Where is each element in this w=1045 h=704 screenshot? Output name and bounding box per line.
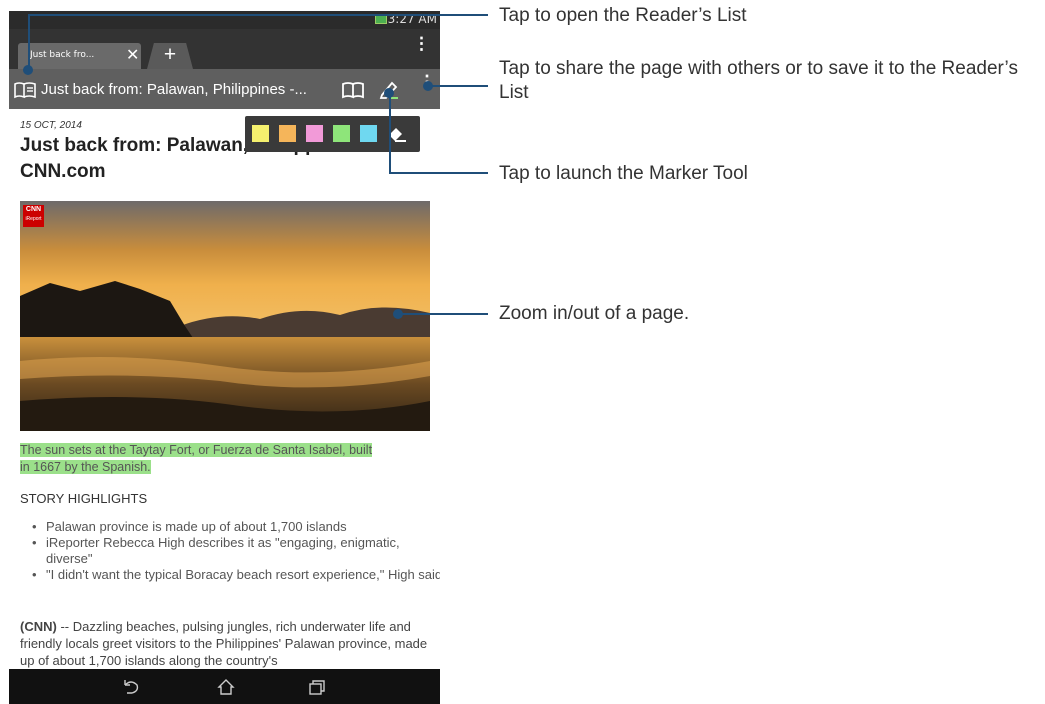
photo-caption: The sun sets at the Taytay Fort, or Fuer…: [20, 442, 430, 476]
callout-line-reader-list-h: [28, 14, 488, 16]
marker-color-blue[interactable]: [360, 125, 377, 142]
reader-mode-icon[interactable]: [342, 81, 364, 99]
story-highlights-list: Palawan province is made up of about 1,7…: [20, 519, 440, 583]
article-body: (CNN) -- Dazzling beaches, pulsing jungl…: [20, 618, 430, 669]
battery-icon: [375, 15, 387, 24]
navigation-bar: [9, 669, 440, 704]
plus-icon[interactable]: +: [154, 43, 186, 67]
highlighted-caption-line-2: in 1667 by the Spanish.: [20, 460, 151, 474]
article-content[interactable]: 15 OCT, 2014 Just back from: Palawan, Ph…: [9, 109, 440, 669]
tab-title: Just back fro...: [30, 50, 95, 60]
body-text: -- Dazzling beaches, pulsing jungles, ri…: [20, 619, 428, 668]
callout-line-marker-v: [389, 92, 391, 173]
article-date: 15 OCT, 2014: [20, 120, 82, 131]
page-title: Just back from: Palawan, Philippines -..…: [41, 81, 307, 98]
callout-line-reader-list-v: [28, 14, 30, 69]
callout-dot-marker: [384, 88, 394, 98]
callout-zoom: Zoom in/out of a page.: [499, 303, 690, 324]
callout-dot-zoom: [393, 309, 403, 319]
story-highlights-title: STORY HIGHLIGHTS: [20, 491, 148, 506]
cnn-ireport-logo: CNN iReport: [23, 205, 44, 227]
callout-reader-list: Tap to open the Reader’s List: [499, 5, 747, 26]
tablet-screen: 3:27 AM Just back fro... ✕ + ⋮ Just back…: [9, 11, 440, 704]
callout-line-marker-h: [389, 172, 488, 174]
list-item: iReporter Rebecca High describes it as "…: [32, 535, 440, 567]
callout-line-zoom: [398, 313, 488, 315]
marker-color-pink[interactable]: [306, 125, 323, 142]
tabstrip-menu-icon[interactable]: ⋮: [413, 35, 430, 52]
reader-list-icon[interactable]: [14, 81, 36, 99]
browser-tab[interactable]: Just back fro... ✕: [18, 43, 141, 69]
marker-color-yellow[interactable]: [252, 125, 269, 142]
back-icon[interactable]: [121, 678, 141, 696]
article-photo[interactable]: CNN iReport: [20, 201, 430, 431]
list-item: Palawan province is made up of about 1,7…: [32, 519, 440, 535]
sunset-photo: [20, 201, 430, 431]
callout-marker-tool: Tap to launch the Marker Tool: [499, 163, 748, 184]
marker-color-green[interactable]: [333, 125, 350, 142]
headline-line-2: CNN.com: [20, 161, 106, 182]
recent-apps-icon[interactable]: [307, 678, 327, 696]
body-source: (CNN): [20, 619, 57, 634]
marker-toolbar: [245, 116, 420, 152]
callout-dot-reader-list: [23, 65, 33, 75]
close-tab-icon[interactable]: ✕: [126, 45, 139, 65]
marker-color-orange[interactable]: [279, 125, 296, 142]
browser-toolbar: Just back from: Palawan, Philippines -..…: [9, 69, 440, 109]
highlighted-caption-line-1: The sun sets at the Taytay Fort, or Fuer…: [20, 443, 373, 457]
callout-share: Tap to share the page with others or to …: [499, 58, 1018, 103]
callout-line-share: [428, 85, 488, 87]
list-item: "I didn't want the typical Boracay beach…: [32, 567, 440, 583]
tab-strip: Just back fro... ✕ + ⋮: [9, 29, 440, 69]
home-icon[interactable]: [216, 678, 236, 696]
callout-dot-share: [423, 81, 433, 91]
